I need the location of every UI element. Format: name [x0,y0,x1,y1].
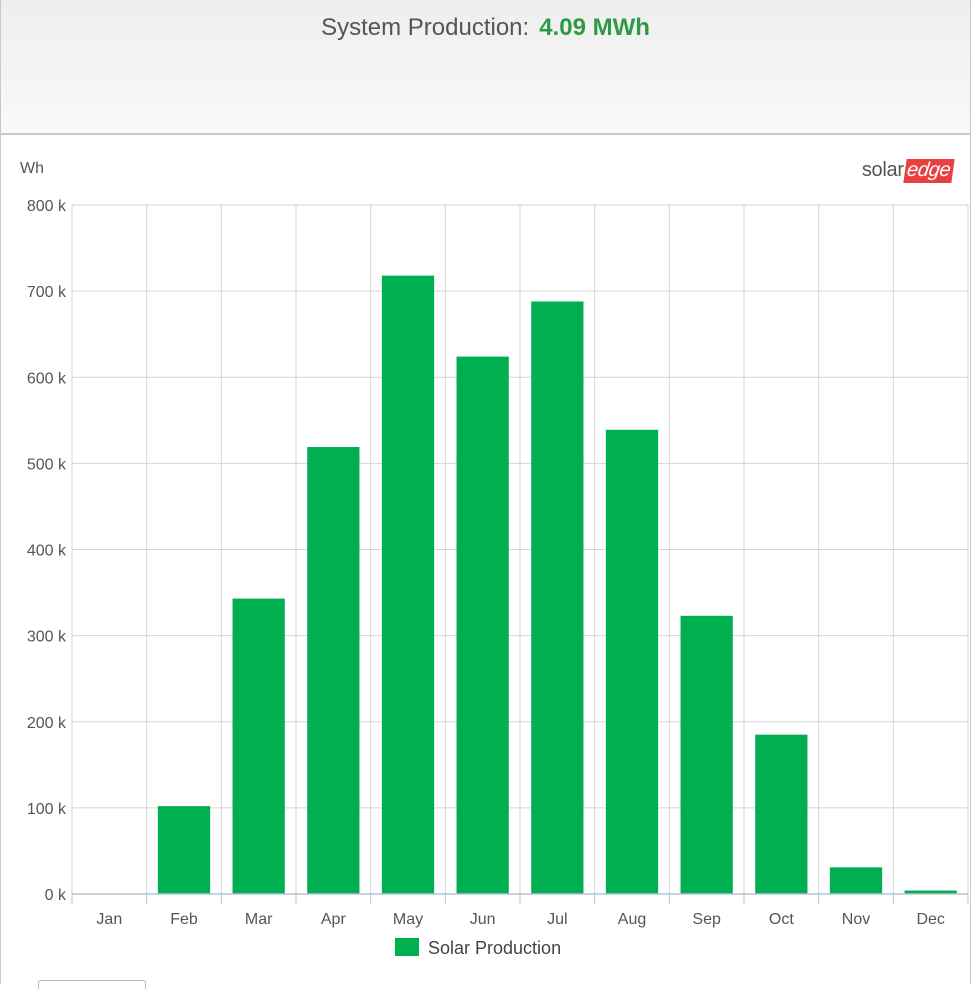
bars [157,275,957,895]
y-tick-label: 800 k [27,198,67,215]
x-tick-label: Oct [769,911,794,928]
bar-aug[interactable] [605,429,659,894]
legend-swatch[interactable] [395,938,419,956]
bar-sep[interactable] [680,615,733,894]
y-tick-label: 600 k [27,370,67,387]
x-tick-label: Apr [321,911,347,928]
y-tick-label: 200 k [27,715,67,732]
x-tick-label: May [393,911,423,928]
y-tick-label: 500 k [27,456,67,473]
x-tick-label: Feb [170,911,198,928]
legend[interactable]: Solar Production [395,938,561,958]
bar-jun[interactable] [456,356,509,895]
x-tick-label: Nov [842,911,870,928]
y-tick-label: 300 k [27,629,67,646]
y-tick-label: 700 k [27,284,67,301]
x-tick-label: Aug [618,911,646,928]
x-tick-label: Dec [916,911,944,928]
bar-apr[interactable] [307,447,360,894]
x-tick-label: Jul [547,911,567,928]
x-tick-label: Jan [96,911,122,928]
bar-feb[interactable] [157,806,211,894]
bar-mar[interactable] [232,598,285,894]
bar-nov[interactable] [829,867,883,894]
y-axis-label: Wh [20,160,44,177]
production-bar-chart: 0 k 100 k 200 k 300 k 400 k 500 k 600 k 700 k 80… [20,160,969,958]
y-tick-label: 400 k [27,543,67,560]
bar-may[interactable] [381,275,435,894]
x-tick-label: Sep [692,911,721,928]
y-tick-label: 100 k [27,801,67,818]
grid-lines [71,204,969,895]
bar-oct[interactable] [755,734,808,894]
legend-label[interactable]: Solar Production [428,938,561,958]
x-tick-label: Jun [470,911,496,928]
bottom-control-stub[interactable] [38,980,146,989]
y-tick-label: 0 k [45,887,67,904]
bar-jul[interactable] [531,301,584,895]
x-tick-label: Mar [245,911,273,928]
